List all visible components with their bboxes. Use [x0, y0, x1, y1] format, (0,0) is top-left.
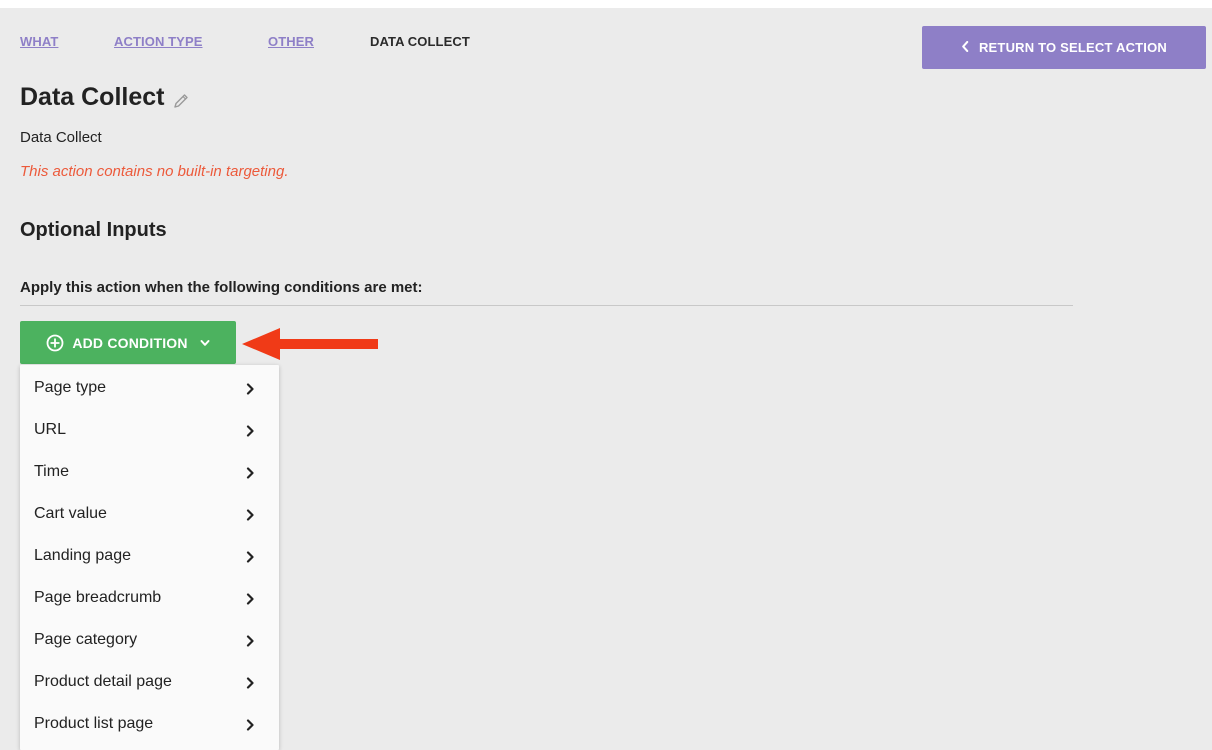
breadcrumb-item-action-type[interactable]: ACTION TYPE: [114, 34, 203, 49]
chevron-right-icon: [246, 550, 255, 568]
menu-item-label: URL: [34, 421, 67, 438]
chevron-down-icon: [200, 339, 210, 347]
menu-item-label: Cart value: [34, 505, 107, 522]
optional-inputs-heading: Optional Inputs: [20, 219, 167, 241]
chevron-left-icon: [961, 40, 969, 55]
menu-item-label: Landing page: [34, 547, 131, 564]
pencil-icon[interactable]: [170, 90, 192, 112]
menu-item-url[interactable]: URL: [20, 409, 279, 451]
plus-circle-icon: [46, 334, 64, 352]
menu-item-label: Page breadcrumb: [34, 589, 162, 606]
chevron-right-icon: [246, 676, 255, 694]
action-subtitle: Data Collect: [20, 129, 102, 146]
menu-item-time[interactable]: Time: [20, 451, 279, 493]
chevron-right-icon: [246, 382, 255, 400]
condition-dropdown-menu: Page type URL Time Cart value Landing pa…: [20, 365, 279, 750]
return-button-label: RETURN TO SELECT ACTION: [978, 40, 1168, 55]
page-title-row: Data Collect: [20, 83, 192, 112]
arrow-left-icon: [240, 326, 380, 367]
breadcrumb-item-data-collect: DATA COLLECT: [370, 34, 470, 49]
menu-item-label: Product detail page: [34, 673, 172, 690]
menu-item-cart-value[interactable]: Cart value: [20, 493, 279, 535]
menu-item-label: Page category: [34, 631, 138, 648]
menu-item-label: Product list page: [34, 715, 154, 732]
targeting-warning: This action contains no built-in targeti…: [20, 163, 289, 180]
return-to-select-action-button[interactable]: RETURN TO SELECT ACTION: [922, 26, 1206, 69]
divider: [20, 305, 1073, 306]
menu-item-product-detail-page[interactable]: Product detail page: [20, 661, 279, 703]
chevron-right-icon: [246, 718, 255, 736]
add-condition-button[interactable]: ADD CONDITION: [20, 321, 236, 364]
chevron-right-icon: [246, 466, 255, 484]
chevron-right-icon: [246, 634, 255, 652]
content-panel: WHAT ACTION TYPE OTHER DATA COLLECT RETU…: [0, 8, 1212, 750]
chevron-right-icon: [246, 592, 255, 610]
menu-item-product-list-page[interactable]: Product list page: [20, 703, 279, 745]
menu-item-label: Page type: [34, 379, 107, 396]
menu-item-page-type[interactable]: Page type: [20, 367, 279, 409]
menu-item-landing-page[interactable]: Landing page: [20, 535, 279, 577]
breadcrumb-item-what[interactable]: WHAT: [20, 34, 58, 49]
menu-item-page-category[interactable]: Page category: [20, 619, 279, 661]
chevron-right-icon: [246, 424, 255, 442]
add-condition-label: ADD CONDITION: [72, 334, 188, 351]
conditions-label: Apply this action when the following con…: [20, 279, 423, 296]
page-title: Data Collect: [20, 83, 165, 111]
menu-item-page-breadcrumb[interactable]: Page breadcrumb: [20, 577, 279, 619]
breadcrumb-item-other[interactable]: OTHER: [268, 34, 314, 49]
chevron-right-icon: [246, 508, 255, 526]
menu-item-label: Time: [34, 463, 69, 480]
